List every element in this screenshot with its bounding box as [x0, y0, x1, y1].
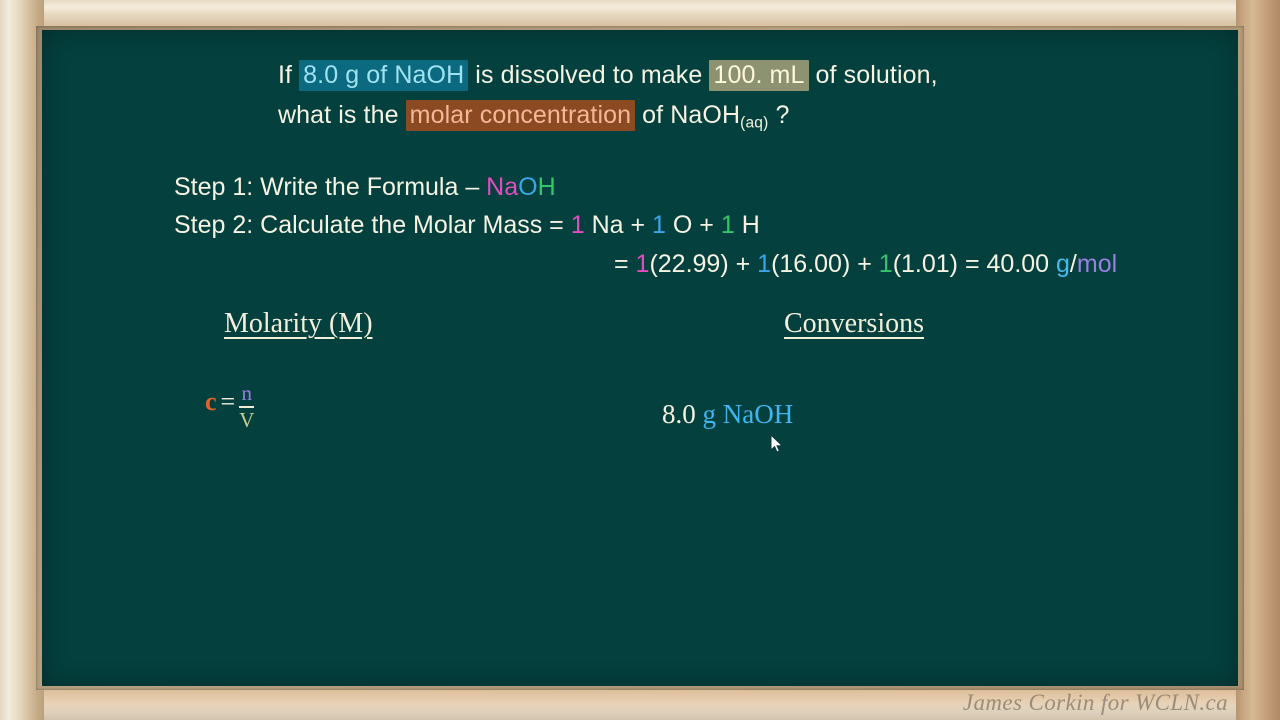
unit-divider: /	[1069, 250, 1077, 278]
coefficient-na: 1	[570, 211, 585, 239]
formula-symbol-na: Na	[486, 173, 519, 201]
highlight-given-volume: 100. mL	[709, 60, 809, 91]
unit-moles: mol	[1076, 250, 1118, 278]
question-text-middle: is dissolved to make	[468, 61, 710, 89]
calc-equals: =	[614, 250, 636, 278]
mouse-cursor-icon	[770, 434, 784, 453]
question2-text-qmark: ?	[768, 101, 790, 129]
calc-result: = 40.00	[958, 250, 1057, 278]
calc-mass-na: (22.99)	[649, 250, 729, 278]
calc-plus-2: +	[850, 250, 879, 278]
question2-text-compound: of NaOH	[635, 101, 741, 129]
formula-equals-sign: =	[220, 387, 236, 417]
calc-coefficient-na: 1	[635, 250, 650, 278]
step-2-label: Step 2: Calculate the Molar Mass =	[174, 211, 571, 239]
calc-coefficient-h: 1	[878, 250, 893, 278]
formula-denominator-v: V	[239, 408, 255, 433]
step-2-line: Step 2: Calculate the Molar Mass = 1 Na …	[174, 210, 760, 241]
question-line-2: what is the molar concentration of NaOH(…	[278, 100, 790, 133]
formula-symbol-h: H	[537, 173, 556, 201]
unit-grams: g	[1056, 250, 1070, 278]
formula-symbol-o: O	[518, 173, 538, 201]
question-text-suffix: of solution,	[808, 61, 938, 89]
attribution-watermark: James Corkin for WCLN.ca	[962, 690, 1228, 715]
coefficient-h: 1	[720, 211, 735, 239]
calc-mass-o: (16.00)	[771, 250, 851, 278]
formula-variable-c: c	[205, 387, 217, 417]
coefficient-o: 1	[652, 211, 666, 239]
calc-plus-1: +	[728, 250, 758, 278]
subscript-aqueous: (aq)	[740, 114, 769, 132]
molarity-section-heading: Molarity (M)	[224, 308, 373, 339]
step-1-line: Step 1: Write the Formula – NaOH	[174, 172, 556, 203]
chalkboard: If 8.0 g of NaOH is dissolved to make 10…	[42, 30, 1238, 686]
conversion-unit: g NaOH	[702, 399, 794, 429]
element-label-o: O	[665, 211, 693, 239]
element-label-h: H	[734, 211, 760, 239]
step-1-label: Step 1: Write the Formula –	[174, 173, 487, 201]
highlight-unknown-quantity: molar concentration	[405, 100, 636, 131]
step2-plus-1: +	[623, 211, 653, 239]
question-line-1: If 8.0 g of NaOH is dissolved to make 10…	[278, 60, 938, 91]
conversion-entry: 8.0 g NaOH	[662, 398, 793, 432]
step2-plus-2: +	[692, 211, 721, 239]
highlight-given-mass: 8.0 g of NaOH	[299, 60, 469, 91]
formula-numerator-n: n	[241, 381, 253, 405]
molarity-formula: c = n V	[205, 381, 255, 433]
element-label-na: Na	[584, 211, 624, 239]
calc-mass-h: (1.01)	[892, 250, 959, 278]
question2-text-prefix: what is the	[278, 101, 406, 129]
slide-stage: If 8.0 g of NaOH is dissolved to make 10…	[0, 0, 1280, 720]
formula-fraction: n V	[239, 381, 255, 433]
question-text-prefix: If	[278, 61, 300, 89]
conversions-section-heading: Conversions	[784, 308, 924, 339]
conversion-value: 8.0	[662, 399, 696, 429]
calc-coefficient-o: 1	[757, 250, 772, 278]
molar-mass-calculation-line: = 1(22.99) + 1(16.00) + 1(1.01) = 40.00 …	[614, 249, 1117, 280]
